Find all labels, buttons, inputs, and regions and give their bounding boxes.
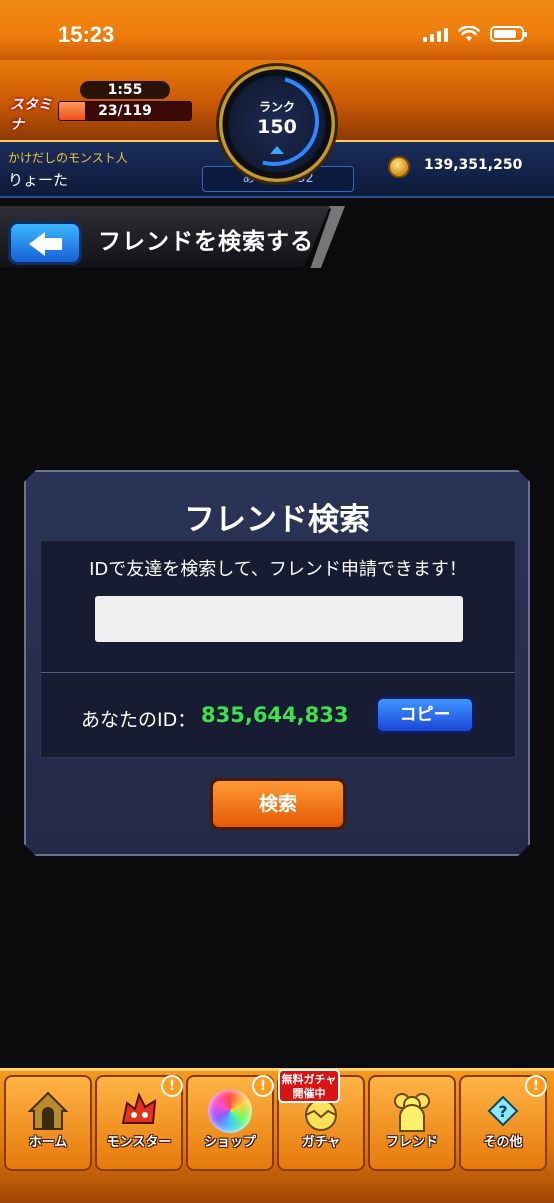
stamina-box[interactable]: 1:55 23/119 (58, 81, 192, 121)
friend-id-input[interactable] (95, 596, 463, 642)
stamina-bar: 23/119 (58, 101, 192, 121)
tab-monster[interactable]: モンスター ! (95, 1075, 183, 1171)
rank-up-arrow-icon (270, 146, 284, 154)
notification-badge: ! (252, 1075, 274, 1097)
your-id-label: あなたのID： (81, 709, 197, 731)
svg-text:?: ? (498, 1102, 507, 1121)
friends-icon (394, 1093, 430, 1132)
coin-icon (388, 156, 410, 178)
rank-value: 150 (257, 116, 297, 138)
orb-icon (208, 1089, 252, 1133)
tab-other[interactable]: ? その他 ! (459, 1075, 547, 1171)
stamina-label: スタミナ (10, 97, 52, 133)
dialog-title: フレンド検索 (184, 502, 370, 538)
your-id-value: 835,644,833 (201, 703, 349, 727)
back-button[interactable] (8, 221, 82, 265)
copy-id-button[interactable]: コピー (375, 696, 475, 734)
tab-home[interactable]: ホーム (4, 1075, 92, 1171)
notification-badge: ! (161, 1075, 183, 1097)
wifi-icon (458, 26, 480, 41)
search-button[interactable]: 検索 (210, 778, 346, 830)
coin-count: 139,351,250 (424, 157, 523, 173)
stamina-timer: 1:55 (80, 81, 170, 99)
player-name: りょーた (8, 171, 69, 189)
dialog-content: IDで友達を検索して、フレンド申請できます！ あなたのID： 835,644,8… (40, 540, 516, 758)
player-title: かけだしのモンスト人 (8, 151, 128, 165)
divider (41, 672, 515, 673)
tab-shop[interactable]: ショップ ! (186, 1075, 274, 1171)
rank-badge[interactable]: ランク 150 (212, 59, 336, 183)
bottom-nav: 無料ガチャ 開催中 ホーム モンスター ! ショップ ! ガチャ フレンド ? … (0, 1068, 554, 1203)
tab-friend[interactable]: フレンド (368, 1075, 456, 1171)
friend-search-dialog: フレンド検索 IDで友達を検索して、フレンド申請できます！ あなたのID： 83… (24, 470, 530, 856)
menu-other-icon: ? (487, 1095, 519, 1127)
monster-icon (121, 1092, 157, 1124)
status-bar: 15:23 (0, 0, 554, 60)
page-header: フレンドを検索する (0, 206, 345, 268)
home-icon (27, 1091, 69, 1130)
page-title: フレンドを検索する (98, 229, 314, 255)
notification-badge: ! (525, 1075, 547, 1097)
signal-icon (423, 28, 448, 42)
battery-icon (490, 26, 527, 42)
free-gacha-banner: 無料ガチャ 開催中 (278, 1069, 340, 1103)
status-time: 15:23 (58, 22, 115, 47)
stamina-count: 23/119 (98, 103, 152, 119)
back-arrow-icon (29, 232, 45, 256)
rank-label: ランク (258, 100, 295, 114)
status-icons (423, 26, 527, 42)
dialog-description: IDで友達を検索して、フレンド申請できます！ (89, 559, 467, 580)
